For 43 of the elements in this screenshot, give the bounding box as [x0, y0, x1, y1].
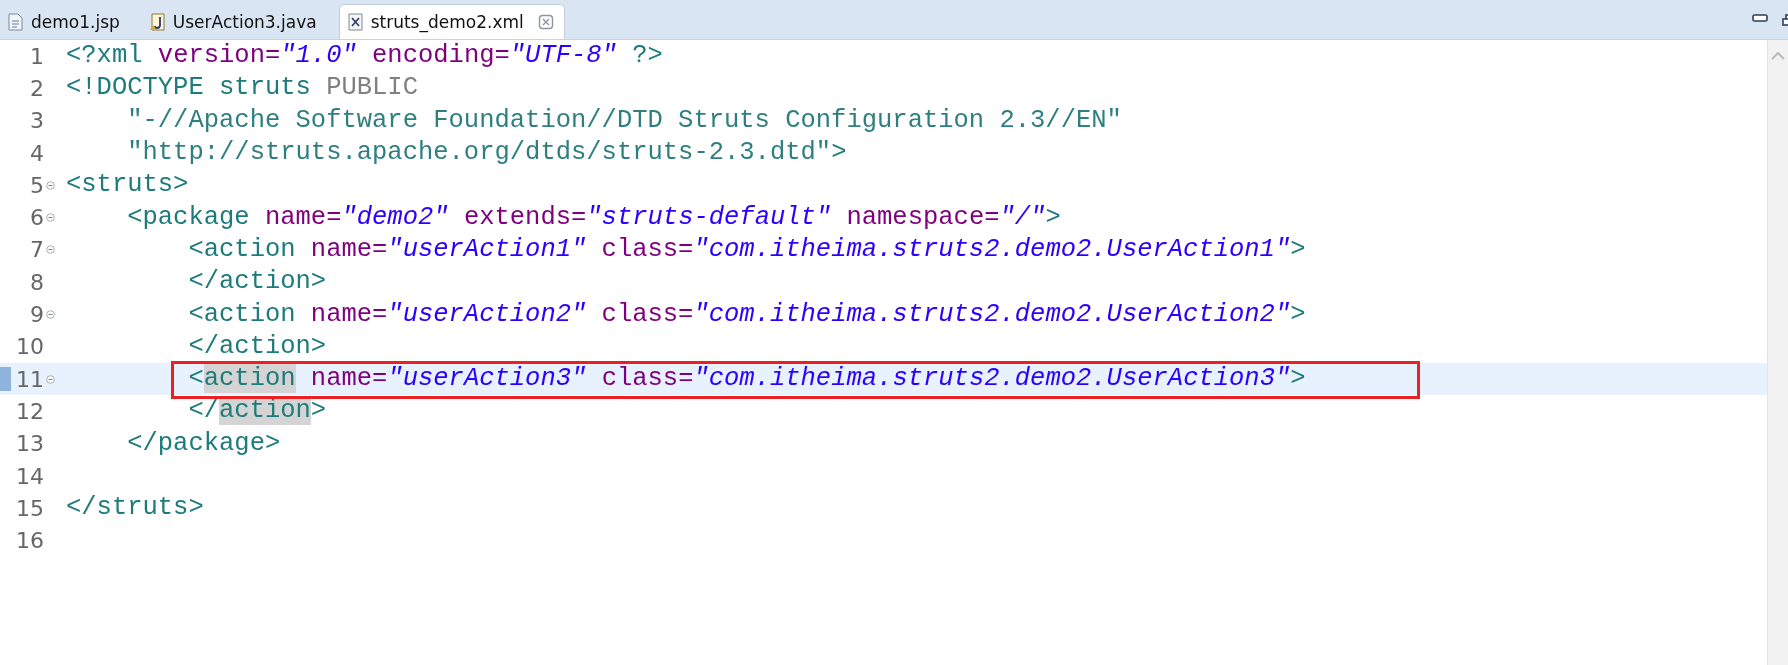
line-number: 11: [16, 366, 44, 392]
line-number: 13: [16, 431, 44, 457]
line-number: 3: [30, 108, 44, 134]
line-number: 14: [16, 463, 44, 489]
scrollbar[interactable]: [1767, 40, 1788, 665]
line-number: 9: [30, 302, 44, 327]
fold-icon[interactable]: [46, 310, 55, 319]
code-line: "-//Apache Software Foundation//DTD Struts Configuration 2.3//EN": [126, 104, 1122, 137]
editor-tab[interactable]: UserAction3.java: [141, 5, 331, 39]
line-number: 8: [30, 269, 44, 295]
code-line: "http://struts.apache.org/dtds/struts-2.3.dtd">: [126, 137, 847, 170]
code-line: <?xml version="1.0" encoding="UTF-8" ?>: [66, 40, 663, 73]
editor-tab[interactable]: demo1.jsp: [0, 5, 134, 39]
fold-icon[interactable]: [46, 374, 55, 384]
fold-icon[interactable]: [46, 245, 55, 255]
minimize-icon[interactable]: [1752, 13, 1768, 22]
fold-icon[interactable]: [46, 213, 55, 223]
code-line: </package>: [126, 427, 281, 460]
code-line: <!DOCTYPE struts PUBLIC: [66, 72, 418, 105]
fold-icon[interactable]: [46, 180, 55, 190]
code-line: <action name="userAction3" class="com.itheima.struts2.demo2.UserAction3">: [187, 363, 1306, 396]
code-line: <package name="demo2" extends="struts-default" namespace="/">: [126, 201, 1061, 234]
line-number: 6: [30, 205, 44, 231]
line-number: 7: [30, 237, 44, 263]
code-line: </action>: [187, 330, 327, 363]
line-number: 10: [16, 334, 44, 360]
code-line: </action>: [187, 266, 327, 299]
code-line: <action name="userAction1" class="com.itheima.struts2.demo2.UserAction1">: [187, 233, 1306, 266]
line-number: 12: [16, 398, 44, 424]
xml-file-icon: [347, 13, 363, 31]
line-number: 5: [30, 172, 44, 198]
java-file-icon: [149, 13, 165, 31]
code-line: </struts>: [66, 492, 204, 525]
code-line: <struts>: [66, 169, 189, 202]
editor-tab[interactable]: struts_demo2.xml: [338, 4, 565, 39]
file-icon: [8, 13, 23, 31]
line-number: 2: [30, 75, 44, 101]
close-icon[interactable]: [537, 14, 554, 30]
line-number: 15: [16, 495, 44, 521]
line-number: 1: [30, 43, 44, 69]
code-line: <action name="userAction2" class="com.itheima.struts2.demo2.UserAction2">: [187, 298, 1306, 331]
line-number: 16: [16, 528, 44, 554]
line-number: 4: [30, 140, 44, 166]
